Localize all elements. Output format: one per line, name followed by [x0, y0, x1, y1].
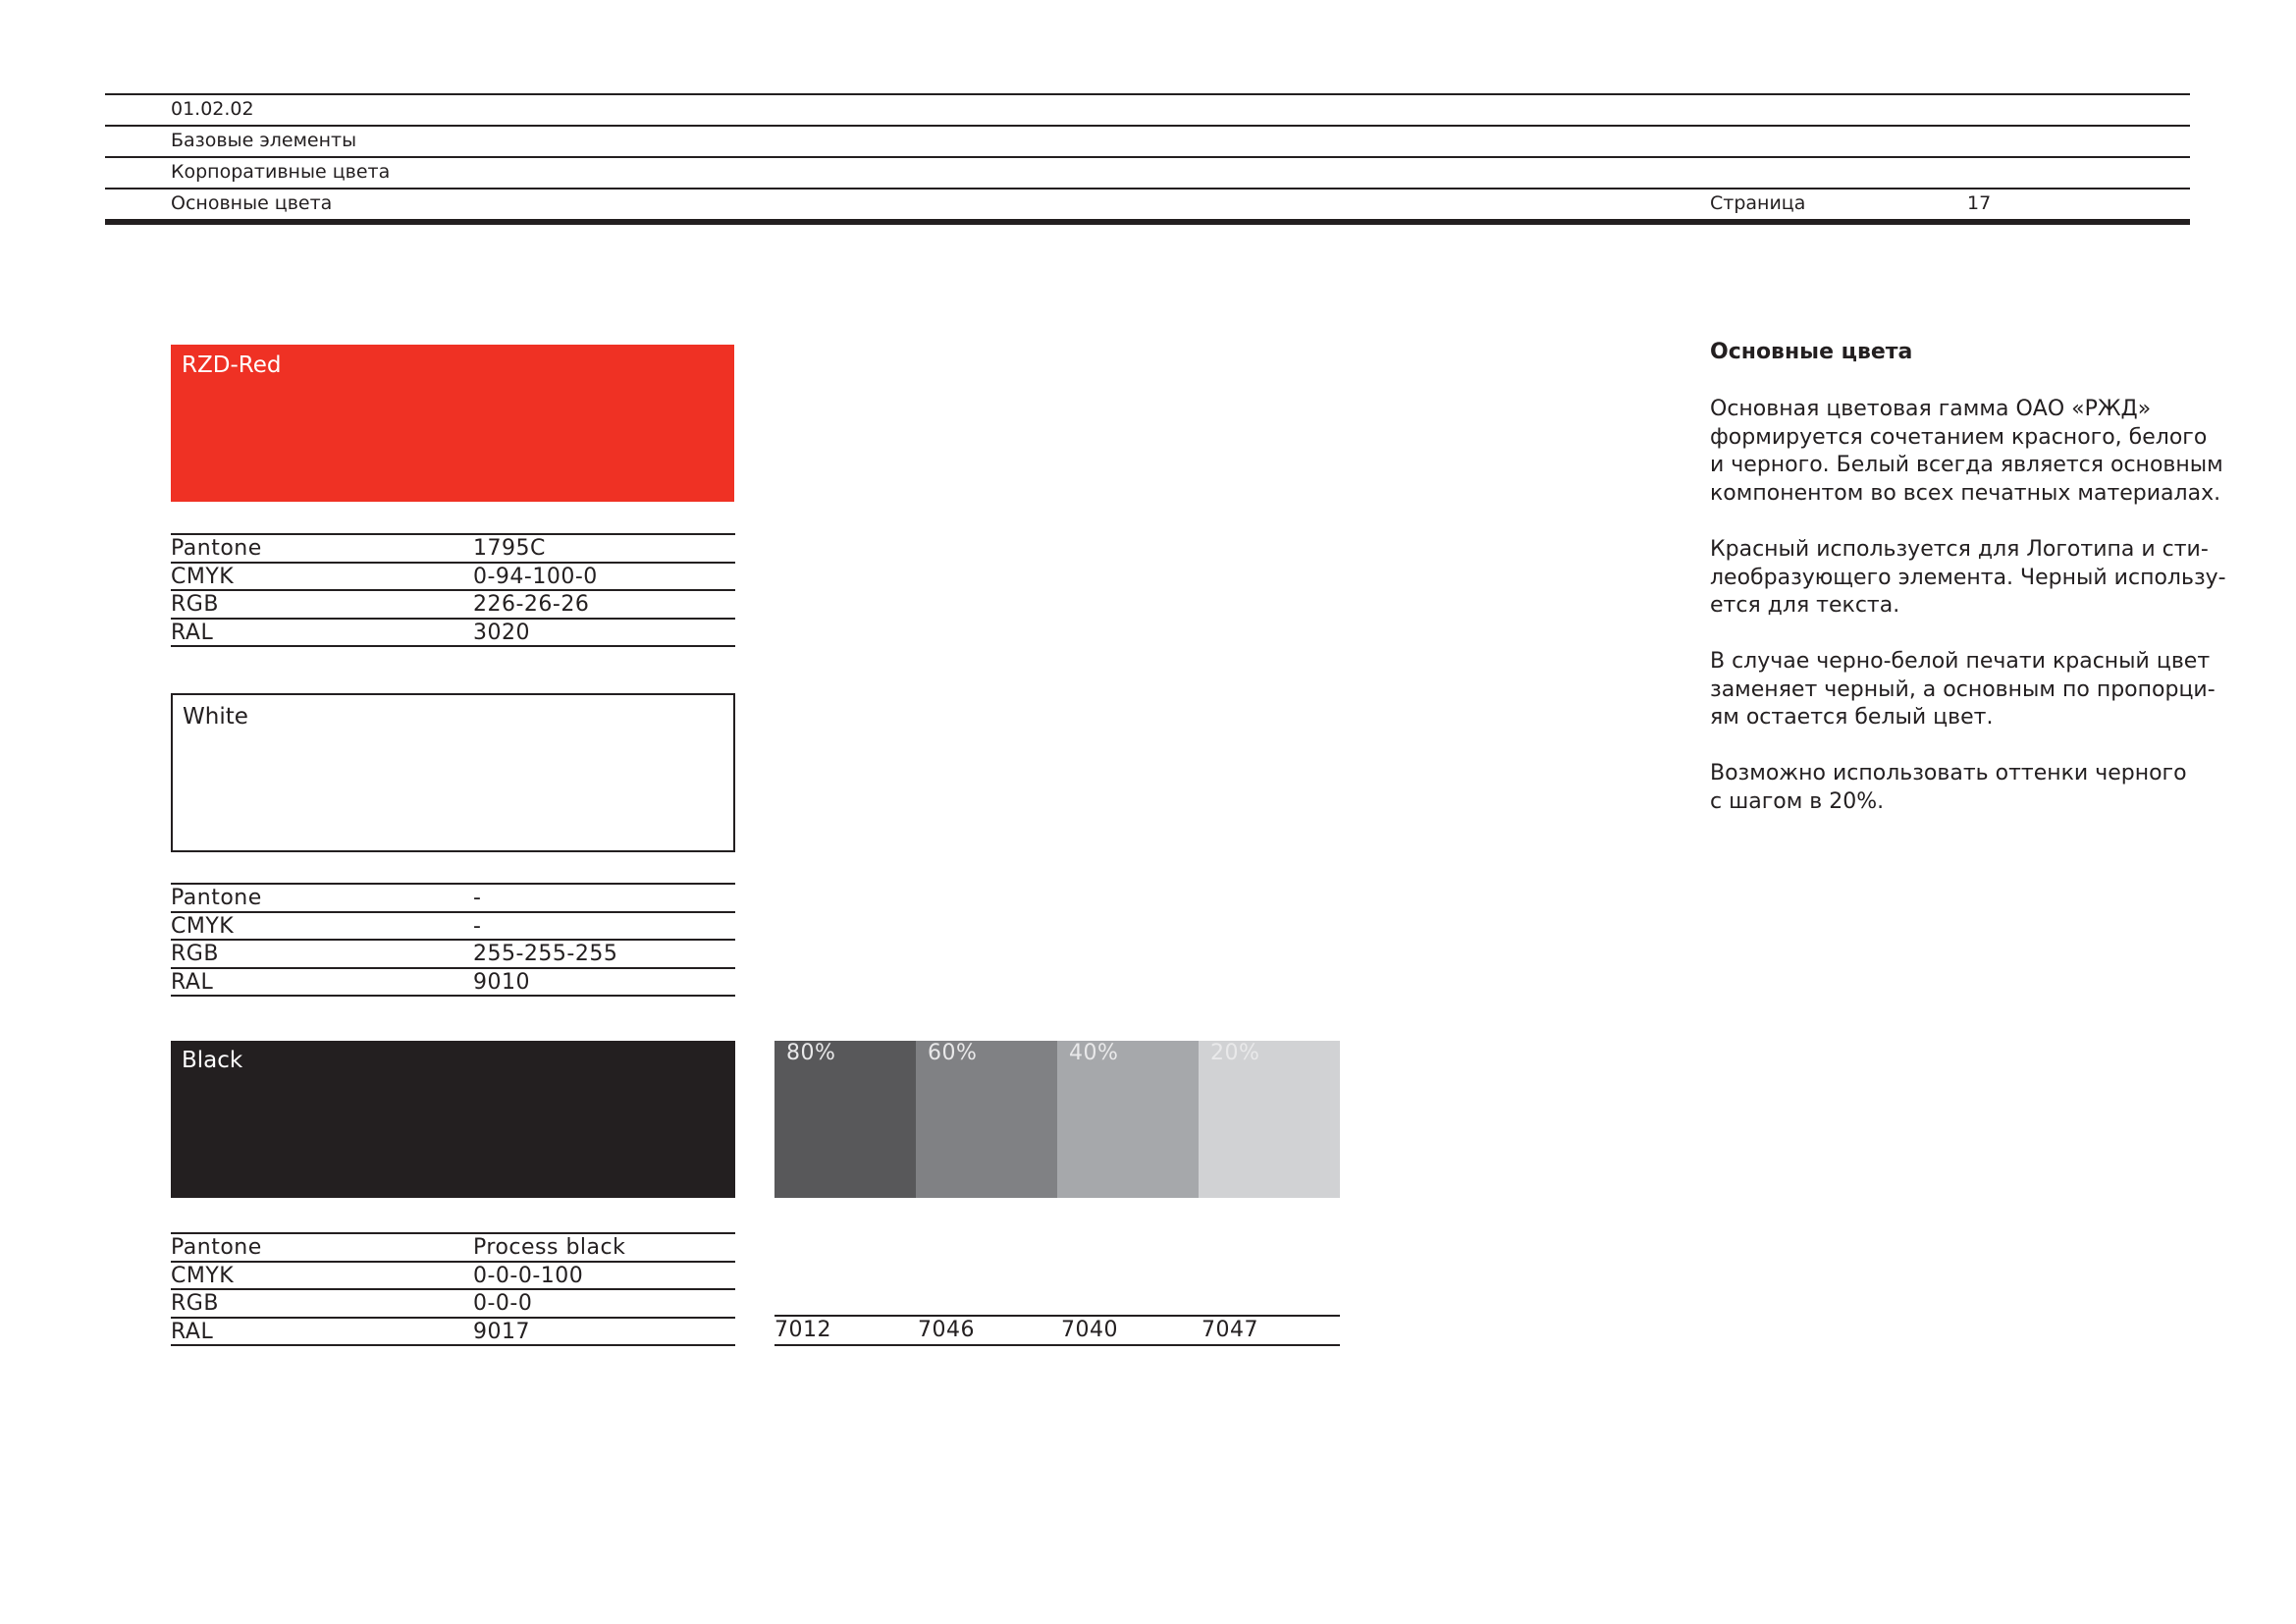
- spec-row: Pantone Process black: [171, 1232, 735, 1261]
- text-line: с шагом в 20%.: [1710, 788, 1885, 814]
- spec-row: RGB 0-0-0: [171, 1288, 735, 1317]
- swatch-white-label: White: [183, 704, 248, 730]
- header-rule: [105, 93, 2190, 95]
- spec-row: CMYK -: [171, 910, 735, 940]
- spec-key: RGB: [171, 942, 219, 966]
- spec-table-black: Pantone Process black CMYK 0-0-0-100 RGB 0-…: [171, 1232, 735, 1346]
- tint-label: 40%: [1069, 1041, 1119, 1065]
- text-line: заменяет черный, а основным по пропорци-: [1710, 677, 2216, 702]
- spec-value: -: [473, 886, 482, 910]
- description-paragraph: Основная цветовая гамма ОАО «РЖД» формир…: [1710, 396, 2223, 508]
- spec-row: RAL 3020: [171, 617, 735, 647]
- spec-value: 0-0-0: [473, 1291, 533, 1316]
- tint-swatch-60: 60%: [916, 1041, 1057, 1198]
- tint-label: 20%: [1210, 1041, 1260, 1065]
- page-number: 17: [1967, 192, 1992, 214]
- text-line: и черного. Белый всегда является основны…: [1710, 453, 2223, 477]
- breadcrumb-level-3: Основные цвета: [171, 192, 333, 214]
- tint-swatch-80: 80%: [774, 1041, 916, 1198]
- spec-key: RGB: [171, 1291, 219, 1316]
- section-code: 01.02.02: [171, 98, 254, 120]
- spec-value: 226-26-26: [473, 592, 590, 617]
- text-line: ям остается белый цвет.: [1710, 705, 1994, 730]
- spec-row: CMYK 0-94-100-0: [171, 561, 735, 590]
- tint-ral-value: 7012: [774, 1318, 831, 1342]
- spec-value: 3020: [473, 620, 530, 645]
- spec-row: RGB 226-26-26: [171, 589, 735, 618]
- spec-row: CMYK 0-0-0-100: [171, 1260, 735, 1289]
- spec-value: 0-0-0-100: [473, 1263, 584, 1288]
- spec-key: Pantone: [171, 536, 262, 561]
- spec-row: RAL 9010: [171, 966, 735, 997]
- spec-key: CMYK: [171, 564, 235, 589]
- page-label: Страница: [1710, 192, 1806, 214]
- swatch-black-label: Black: [182, 1048, 243, 1073]
- spec-row: Pantone 1795C: [171, 533, 735, 562]
- tint-ral-rule: [774, 1315, 1340, 1317]
- spec-value: 1795C: [473, 536, 546, 561]
- spec-key: RAL: [171, 1319, 214, 1344]
- description-title: Основные цвета: [1710, 340, 1913, 364]
- text-line: леобразующего элемента. Черный использу-: [1710, 565, 2226, 590]
- spec-key: RGB: [171, 592, 219, 617]
- swatch-white: White: [171, 693, 735, 852]
- text-line: Основная цветовая гамма ОАО «РЖД»: [1710, 397, 2152, 421]
- description-paragraph: В случае черно-белой печати красный цвет…: [1710, 648, 2220, 732]
- tint-ral-value: 7047: [1201, 1318, 1258, 1342]
- spec-row: RGB 255-255-255: [171, 939, 735, 967]
- tint-label: 60%: [928, 1041, 978, 1065]
- spec-table-red: Pantone 1795C CMYK 0-94-100-0 RGB 226-26-26…: [171, 533, 735, 647]
- description-paragraph: Красный используется для Логотипа и сти-…: [1710, 536, 2226, 621]
- text-line: компонентом во всех печатных материалах.: [1710, 480, 2221, 506]
- spec-row: Pantone -: [171, 883, 735, 911]
- text-line: Красный используется для Логотипа и сти-: [1710, 537, 2209, 562]
- tint-ral-rule: [774, 1344, 1340, 1346]
- description-paragraph: Возможно использовать оттенки черного с …: [1710, 760, 2220, 816]
- breadcrumb-level-1: Базовые элементы: [171, 130, 357, 151]
- swatch-red-label: RZD-Red: [182, 352, 282, 378]
- tint-ral-value: 7040: [1061, 1318, 1118, 1342]
- header-rule: [105, 156, 2190, 158]
- spec-key: RAL: [171, 620, 214, 645]
- breadcrumb-level-2: Корпоративные цвета: [171, 161, 391, 183]
- text-line: ется для текста.: [1710, 593, 1900, 618]
- text-line: В случае черно-белой печати красный цвет: [1710, 649, 2211, 674]
- tint-ral-value: 7046: [918, 1318, 975, 1342]
- spec-value: 9010: [473, 969, 530, 995]
- tint-swatch-20: 20%: [1199, 1041, 1340, 1198]
- tint-swatch-40: 40%: [1057, 1041, 1199, 1198]
- text-line: Возможно использовать оттенки черного: [1710, 761, 2187, 785]
- spec-value: -: [473, 913, 482, 939]
- spec-row: RAL 9017: [171, 1316, 735, 1346]
- swatch-black: Black: [171, 1041, 735, 1198]
- spec-value: 0-94-100-0: [473, 564, 598, 589]
- header-rule: [105, 125, 2190, 127]
- spec-key: RAL: [171, 969, 214, 995]
- header-rule-bold: [105, 219, 2190, 225]
- spec-key: CMYK: [171, 1263, 235, 1288]
- spec-value: 255-255-255: [473, 942, 618, 966]
- tint-label: 80%: [786, 1041, 836, 1065]
- text-line: формируется сочетанием красного, белого: [1710, 424, 2208, 450]
- spec-value: 9017: [473, 1319, 530, 1344]
- spec-value: Process black: [473, 1235, 626, 1260]
- spec-key: Pantone: [171, 1235, 262, 1260]
- spec-table-white: Pantone - CMYK - RGB 255-255-255 RAL 9010: [171, 883, 735, 997]
- spec-key: Pantone: [171, 886, 262, 910]
- header-rule: [105, 188, 2190, 189]
- spec-key: CMYK: [171, 913, 235, 939]
- swatch-red: RZD-Red: [171, 345, 734, 502]
